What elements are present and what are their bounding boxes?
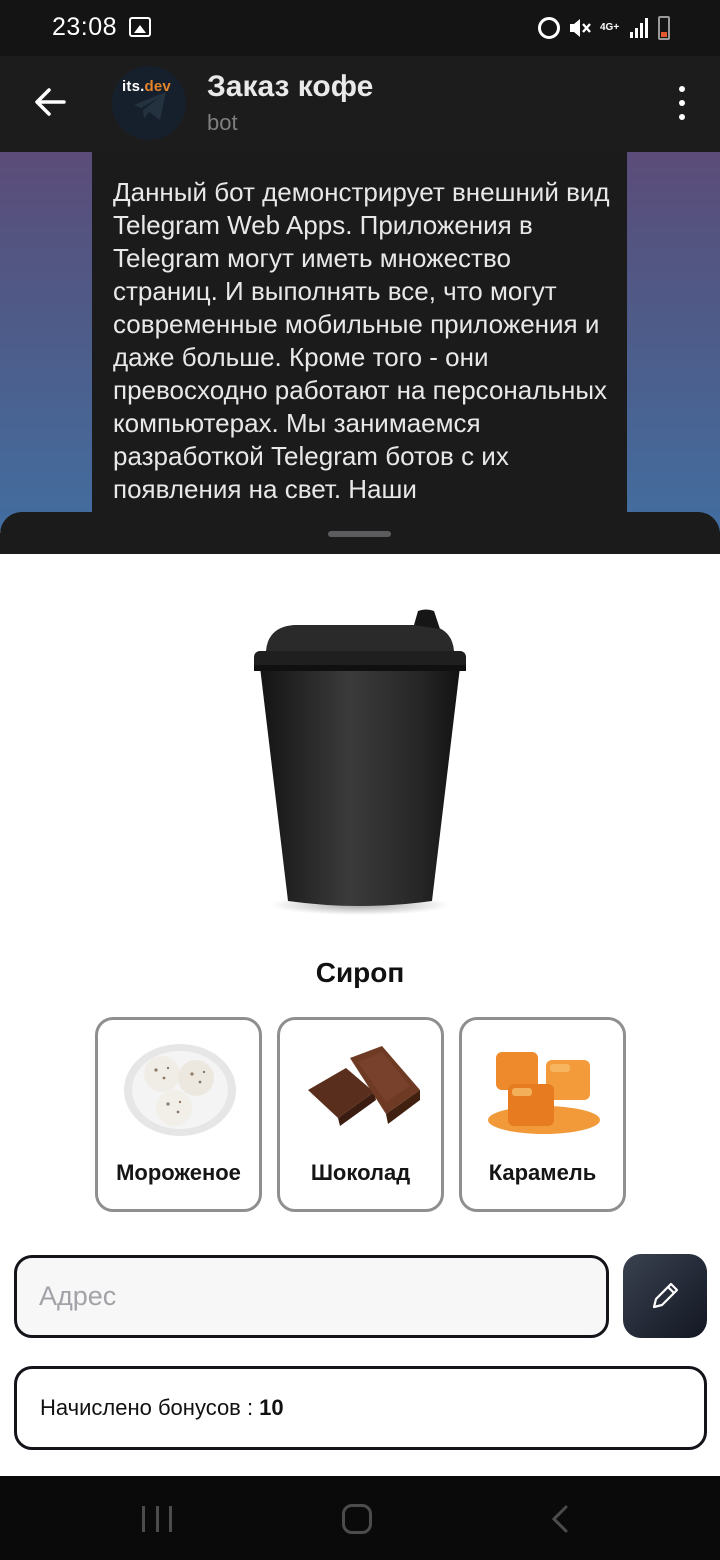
- sheet-handle-bar[interactable]: [0, 512, 720, 556]
- chocolate-icon: [308, 1046, 420, 1126]
- address-field[interactable]: [14, 1255, 609, 1338]
- syrup-option-label: Карамель: [488, 1160, 597, 1185]
- mute-icon: [570, 19, 591, 37]
- syrup-option-label: Мороженое: [116, 1160, 241, 1185]
- section-title: Сироп: [315, 957, 405, 988]
- status-bar: 23:08 4G+: [0, 0, 720, 56]
- image-icon: [129, 17, 151, 37]
- nav-back-icon[interactable]: [546, 1504, 576, 1534]
- message-bubble: Данный бот демонстрирует внешний вид Tel…: [92, 152, 627, 532]
- chat-background: Данный бот демонстрирует внешний вид Tel…: [0, 152, 720, 532]
- web-app-sheet: Сироп Мороженое Шоколад Карамель Адрес Н…: [0, 554, 720, 1476]
- syrup-option-label: Шоколад: [310, 1160, 411, 1185]
- coffee-cup-image: [254, 609, 466, 915]
- status-time: 23:08: [52, 13, 118, 41]
- back-button[interactable]: [30, 82, 70, 122]
- ice-cream-icon: [124, 1044, 236, 1136]
- address-input[interactable]: [39, 1258, 589, 1335]
- message-text: Данный бот демонстрирует внешний вид Tel…: [113, 177, 610, 504]
- syrup-option-ice-cream[interactable]: Мороженое: [95, 1017, 262, 1212]
- alarm-icon: [538, 17, 560, 39]
- network-label: 4G+: [600, 22, 620, 33]
- edit-button[interactable]: [623, 1254, 707, 1338]
- bonus-value: 10: [259, 1395, 284, 1420]
- system-nav-bar: [0, 1476, 720, 1560]
- home-icon[interactable]: [342, 1504, 372, 1534]
- caramel-icon: [488, 1052, 600, 1134]
- battery-icon: [658, 16, 670, 40]
- chat-subtitle: bot: [207, 110, 238, 135]
- recents-icon[interactable]: [142, 1506, 172, 1532]
- sheet-grip[interactable]: [328, 531, 391, 537]
- syrup-option-caramel[interactable]: Карамель: [459, 1017, 626, 1212]
- signal-icon: [630, 18, 650, 38]
- status-icons: 4G+: [538, 14, 670, 42]
- avatar[interactable]: its.dev: [112, 66, 186, 140]
- avatar-logo: its.dev: [122, 78, 171, 95]
- chat-title: Заказ кофе: [207, 70, 374, 103]
- chat-header: its.dev Заказ кофе bot: [0, 56, 720, 152]
- bonus-label: Начислено бонусов :: [40, 1395, 254, 1420]
- syrup-option-chocolate[interactable]: Шоколад: [277, 1017, 444, 1212]
- bonus-info: Начислено бонусов : 10: [14, 1366, 707, 1450]
- pencil-icon: [652, 1282, 679, 1309]
- more-menu-icon[interactable]: [674, 86, 690, 120]
